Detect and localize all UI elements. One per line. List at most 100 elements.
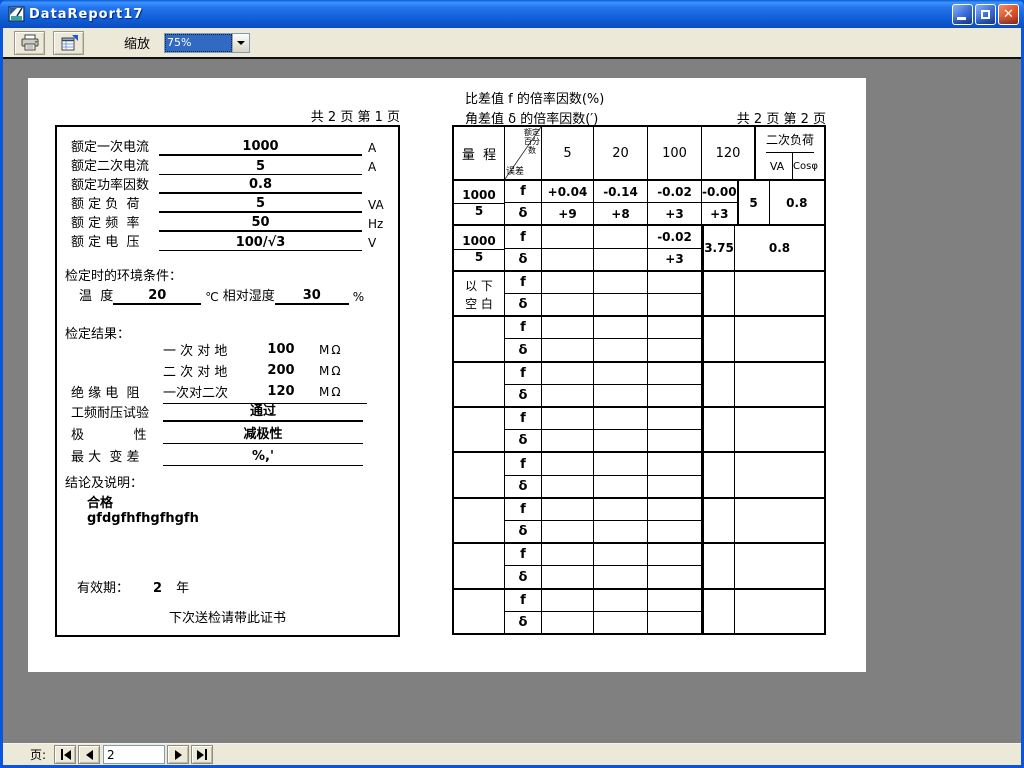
delta-row: δ — [505, 566, 702, 587]
conclusion-line: gfdgfhfhgfhgfh — [87, 511, 199, 526]
f-row: f — [505, 499, 702, 521]
close-icon: ✕ — [999, 5, 1018, 24]
conclusion-line: 合格 — [87, 492, 113, 511]
insulation-value: 120 — [251, 384, 311, 399]
value-cell: -0.14 — [594, 181, 648, 202]
value-cell — [542, 521, 594, 542]
previous-page-button[interactable] — [78, 745, 100, 764]
delta-row: δ — [505, 385, 702, 406]
error-type-label: δ — [505, 249, 542, 270]
va-cell — [704, 272, 735, 315]
insulation-value: 200 — [251, 363, 311, 378]
cos-cell — [735, 408, 824, 451]
value-cell — [594, 385, 648, 406]
zoom-dropdown-button[interactable] — [232, 34, 249, 52]
temp-label: 温 度 — [79, 289, 113, 305]
range-cell: 以 下空 白 — [454, 272, 505, 315]
export-button[interactable] — [53, 31, 84, 55]
page-number-input[interactable] — [103, 745, 165, 764]
cos-cell — [735, 453, 824, 496]
value-cell — [594, 612, 648, 633]
close-button[interactable]: ✕ — [998, 4, 1019, 25]
temp-value: 20 — [113, 288, 201, 305]
value-cell — [594, 499, 648, 520]
f-row: f — [505, 317, 702, 339]
range-cell — [454, 544, 505, 587]
cos-cell: 0.8 — [735, 226, 824, 269]
field-row: 额定一次电流1000A — [57, 137, 398, 156]
validity-label: 有效期： — [77, 581, 129, 596]
f-row: f — [505, 272, 702, 294]
table-row-group: 10005f+0.04-0.14-0.02-0.00δ+9+8+3+350.8 — [454, 181, 824, 224]
error-type-label: δ — [505, 521, 542, 542]
value-cell — [542, 453, 594, 474]
zoom-select[interactable]: 75% — [164, 33, 250, 53]
footer-note: 下次送检请带此证书 — [57, 607, 398, 626]
minimize-button[interactable] — [952, 4, 973, 25]
table-row-group: fδ — [454, 451, 824, 496]
conclusion-title: 结论及说明： — [65, 472, 143, 491]
range-cell — [454, 453, 505, 496]
range-cell — [454, 363, 505, 406]
value-cell — [542, 363, 594, 384]
page1-indicator: 共 2 页 第 1 页 — [55, 106, 400, 125]
diagonal-header: 额定 百分 数 误差 — [505, 127, 542, 179]
field-value: 50 — [159, 215, 362, 232]
f-row: f — [505, 453, 702, 475]
field-value: 1000 — [159, 139, 362, 156]
print-button[interactable] — [14, 31, 45, 55]
range-bottom: 5 — [454, 250, 504, 264]
first-page-icon — [61, 749, 63, 760]
value-area: fδ — [505, 317, 704, 360]
percent-header: 100 — [648, 127, 702, 179]
value-cell — [594, 363, 648, 384]
field-row: 额 定 负 荷5VA — [57, 194, 398, 213]
field-value: 100/√3 — [159, 235, 362, 251]
insulation-value: 100 — [251, 342, 311, 357]
field-row: 额定二次电流5A — [57, 156, 398, 175]
value-cell — [542, 226, 594, 247]
value-cell — [648, 566, 702, 587]
f-row: f — [505, 544, 702, 566]
ratio-caption-f: 比差值 f 的倍率因数(%) — [465, 88, 604, 107]
last-page-button[interactable] — [191, 745, 213, 764]
next-page-button[interactable] — [167, 745, 189, 764]
value-cell — [542, 566, 594, 587]
error-type-label: δ — [505, 339, 542, 360]
humidity-label: 相对湿度 — [223, 289, 275, 305]
va-cell — [704, 453, 735, 496]
maximize-icon — [981, 10, 990, 19]
value-cell — [594, 408, 648, 429]
value-cell — [594, 317, 648, 338]
value-cell — [648, 339, 702, 360]
error-type-label: δ — [505, 430, 542, 451]
value-cell: +3 — [702, 203, 737, 224]
value-area: f-0.02δ+3 — [505, 226, 704, 269]
first-page-button[interactable] — [54, 745, 76, 764]
field-unit: A — [362, 160, 390, 175]
range-cell: 10005 — [454, 226, 505, 269]
chevron-down-icon — [237, 41, 245, 45]
value-cell — [594, 544, 648, 565]
va-header: VA — [762, 153, 793, 179]
value-cell — [542, 339, 594, 360]
app-window: DataReport17 ✕ 缩放 75% — [0, 0, 1024, 768]
value-area: fδ — [505, 590, 704, 633]
value-cell — [648, 363, 702, 384]
p1-fields: 额定一次电流1000A额定二次电流5A额定功率因数0.8额 定 负 荷5VA额 … — [57, 137, 398, 251]
delta-row: δ — [505, 476, 702, 497]
zoom-value: 75% — [165, 34, 232, 52]
test-row: 最 大 变 差%,' — [57, 444, 398, 466]
maximize-button[interactable] — [975, 4, 996, 25]
value-cell — [594, 272, 648, 293]
field-label: 额 定 负 荷 — [71, 197, 159, 213]
value-cell — [542, 499, 594, 520]
value-cell — [648, 317, 702, 338]
table-row-group: fδ — [454, 542, 824, 587]
cos-cell: 0.8 — [770, 181, 824, 224]
range-cell — [454, 408, 505, 451]
value-cell: +3 — [648, 249, 702, 270]
f-row: f+0.04-0.14-0.02-0.00 — [505, 181, 737, 203]
cos-cell — [735, 272, 824, 315]
value-cell — [594, 226, 648, 247]
